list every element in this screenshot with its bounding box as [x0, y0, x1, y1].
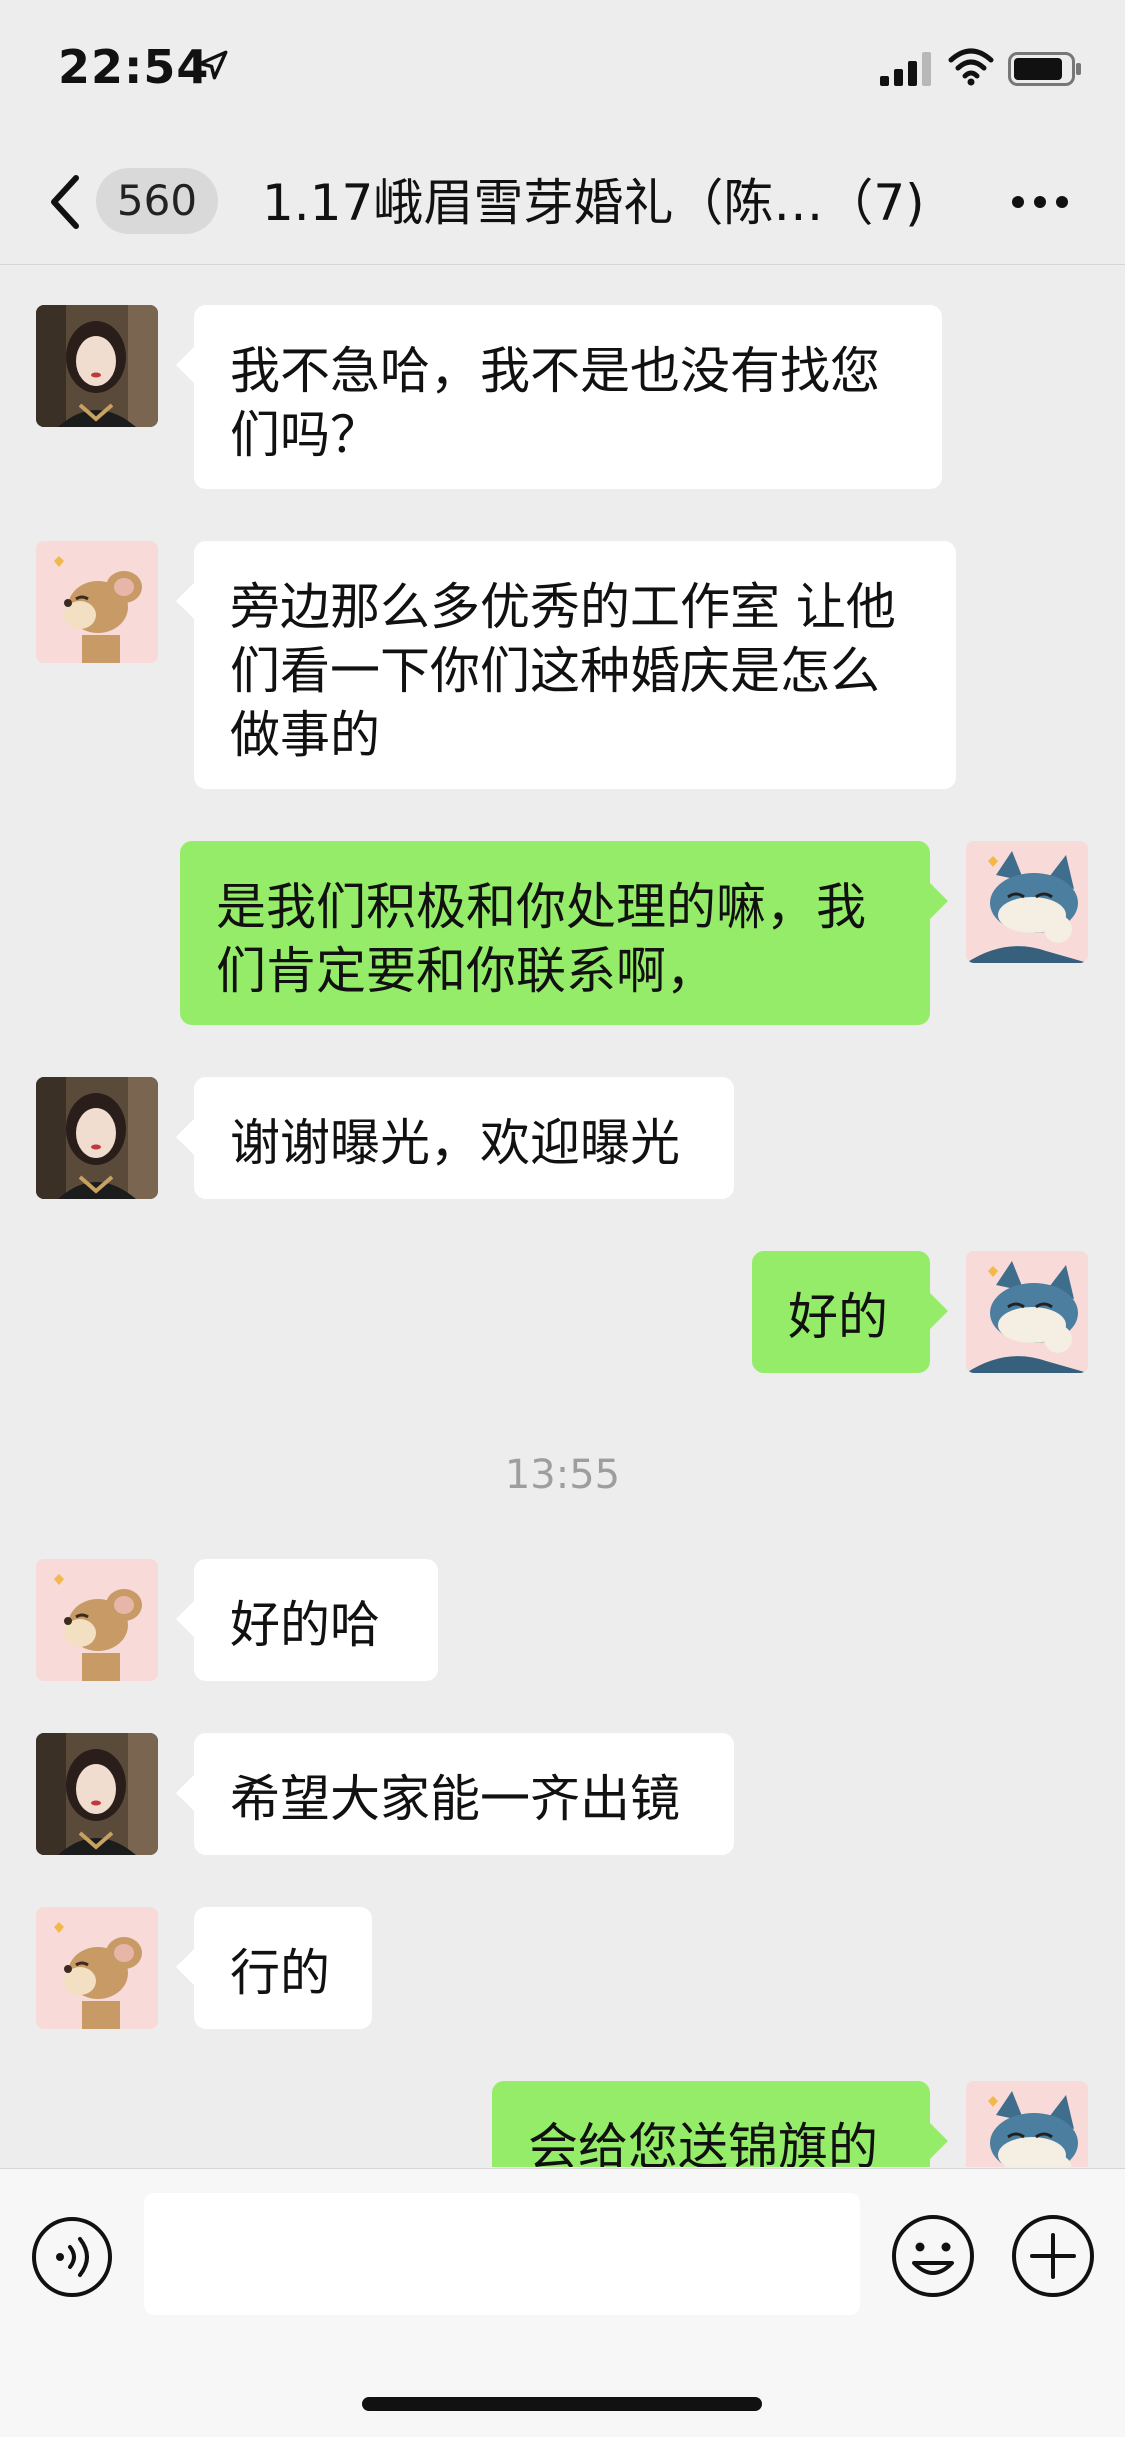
chat-nav-bar: 560 1.17峨眉雪芽婚礼（陈…（7) — [0, 140, 1125, 265]
status-time: 22:54 — [58, 40, 210, 94]
message-text: 行的 — [230, 1944, 330, 2002]
message-bubble-self[interactable]: 好的 — [752, 1251, 948, 1373]
voice-icon[interactable] — [30, 2215, 114, 2299]
message-timestamp: 13:55 — [504, 1452, 621, 1498]
message-text: 会给您送锦旗的 — [528, 2118, 878, 2167]
battery-icon — [1008, 52, 1081, 86]
chevron-left-icon[interactable] — [46, 170, 86, 234]
chat-title: 1.17峨眉雪芽婚礼（陈…（7) — [262, 174, 922, 232]
message-text: 是我们积极和你处理的嘛，我们肯定要和你联系啊， — [216, 878, 866, 1000]
message-text: 希望大家能一齐出镜 — [230, 1770, 680, 1828]
home-indicator[interactable] — [362, 2397, 762, 2411]
avatar-woman[interactable] — [36, 1077, 158, 1199]
message-bubble[interactable]: 旁边那么多优秀的工作室 让他们看一下你们这种婚庆是怎么做事的 — [176, 541, 956, 789]
message-text: 好的哈 — [230, 1596, 380, 1654]
message-text: 好的 — [788, 1288, 888, 1346]
message-bubble[interactable]: 谢谢曝光，欢迎曝光 — [176, 1077, 734, 1199]
message-text: 旁边那么多优秀的工作室 让他们看一下你们这种婚庆是怎么做事的 — [230, 578, 896, 764]
message-bubble[interactable]: 我不急哈，我不是也没有找您们吗？ — [176, 305, 942, 489]
message-text: 我不急哈，我不是也没有找您们吗？ — [230, 342, 880, 464]
avatar-jerry[interactable] — [36, 1559, 158, 1681]
location-arrow-icon — [198, 50, 228, 80]
message-bubble[interactable]: 希望大家能一齐出镜 — [176, 1733, 734, 1855]
signal-icon — [880, 52, 931, 86]
message-bubble-self[interactable]: 会给您送锦旗的 — [492, 2081, 948, 2167]
unread-count-badge[interactable]: 560 — [96, 168, 218, 234]
message-text: 谢谢曝光，欢迎曝光 — [230, 1114, 680, 1172]
message-bubble[interactable]: 行的 — [176, 1907, 372, 2029]
avatar-woman[interactable] — [36, 1733, 158, 1855]
avatar-tom[interactable] — [966, 2081, 1088, 2167]
message-bubble-self[interactable]: 是我们积极和你处理的嘛，我们肯定要和你联系啊， — [180, 841, 948, 1025]
chat-input-bar — [0, 2168, 1125, 2437]
avatar-tom[interactable] — [966, 841, 1088, 963]
avatar-tom[interactable] — [966, 1251, 1088, 1373]
avatar-jerry[interactable] — [36, 541, 158, 663]
wifi-icon — [948, 48, 994, 86]
avatar-jerry[interactable] — [36, 1907, 158, 2029]
emoji-icon[interactable] — [890, 2213, 976, 2299]
avatar-woman[interactable] — [36, 305, 158, 427]
message-bubble[interactable]: 好的哈 — [176, 1559, 438, 1681]
status-bar: 22:54 — [0, 0, 1125, 140]
plus-circle-icon[interactable] — [1010, 2213, 1096, 2299]
message-input[interactable] — [144, 2193, 860, 2315]
message-list[interactable]: 我不急哈，我不是也没有找您们吗？ 旁边那么多优秀的工作室 让他们看一下你们这种婚… — [0, 265, 1125, 2167]
more-horizontal-icon[interactable] — [1010, 190, 1070, 214]
